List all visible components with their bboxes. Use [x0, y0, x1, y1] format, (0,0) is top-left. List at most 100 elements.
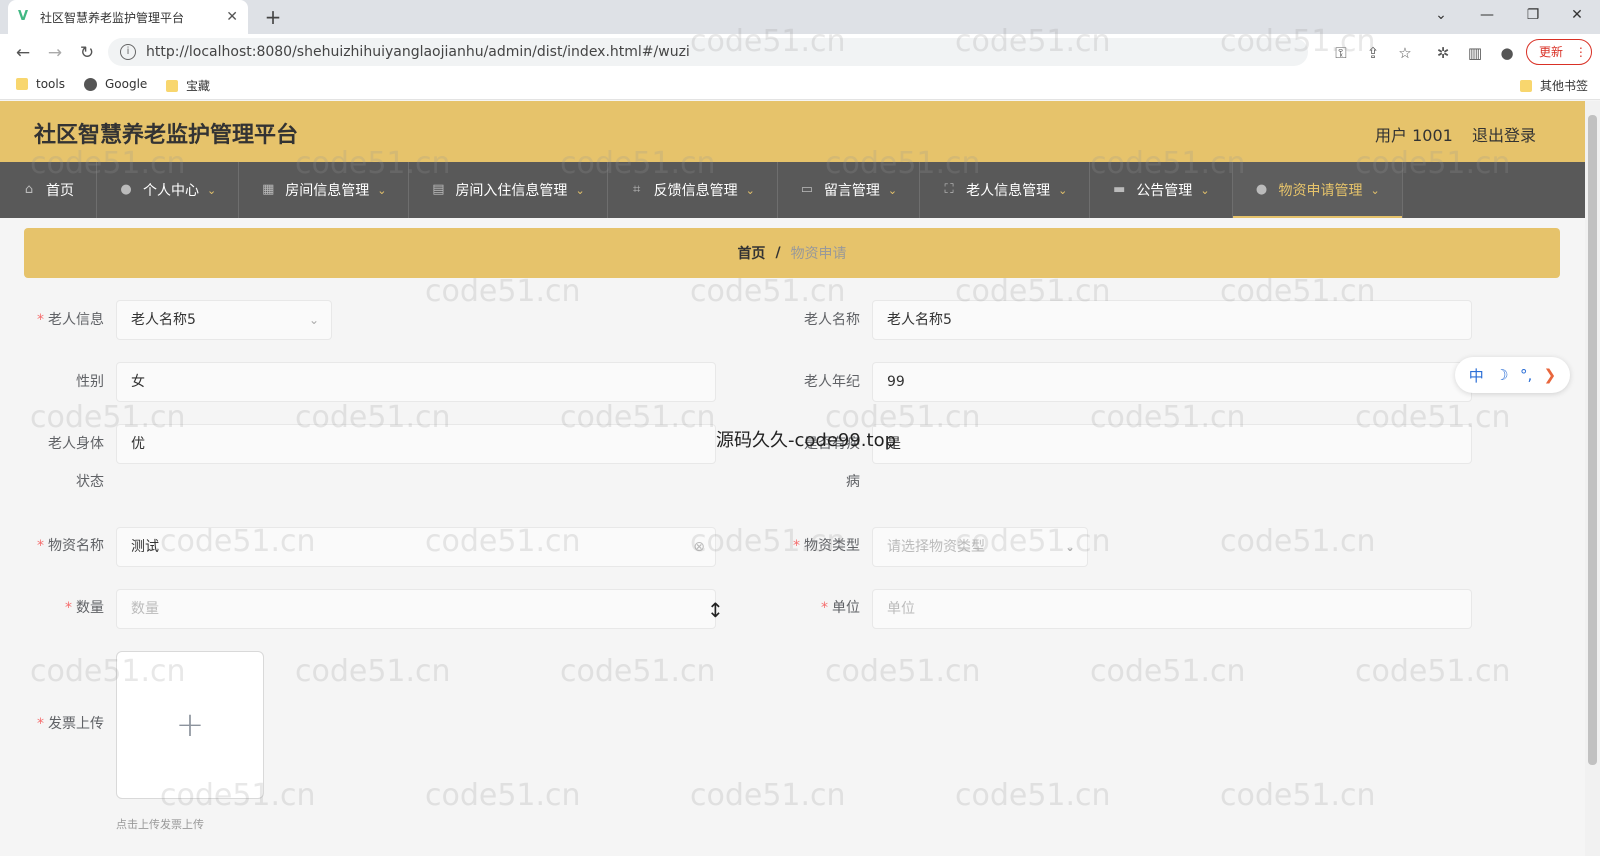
chevron-down-icon: ⌄	[207, 183, 217, 197]
watermark: code51.cn	[1220, 778, 1376, 813]
quantity-field[interactable]: 数量	[116, 589, 716, 629]
browser-tab-bar: V 社区智慧养老监护管理平台 ✕ + ⌄ — ❐ ✕	[0, 0, 1600, 34]
plus-icon: +	[175, 705, 205, 745]
watermark: code51.cn	[425, 274, 581, 309]
home-icon: ⌂	[24, 182, 34, 197]
app-header: 社区智慧养老监护管理平台 用户 1001 退出登录	[0, 101, 1585, 162]
material-name-field[interactable]: 测试 ⊗	[116, 527, 716, 567]
breadcrumb: 首页 / 物资申请	[24, 228, 1560, 278]
unit-field[interactable]: 单位	[872, 589, 1472, 629]
nav-item-room-info[interactable]: ▦ 房间信息管理 ⌄	[239, 162, 410, 218]
extensions-icon[interactable]: ✲	[1432, 42, 1454, 64]
chevron-down-icon: ⌄	[308, 313, 319, 327]
grid-icon: ▦	[262, 182, 275, 197]
language-toggle[interactable]: 中	[1469, 365, 1484, 386]
body-status-field[interactable]: 优	[116, 424, 716, 464]
nav-item-elder-info[interactable]: ⛶ 老人信息管理 ⌄	[920, 162, 1091, 218]
punctuation-toggle[interactable]: °,	[1520, 366, 1532, 384]
moon-icon[interactable]: ☽	[1495, 366, 1508, 384]
watermark: code51.cn	[1355, 654, 1511, 689]
nav-item-feedback[interactable]: ⌗ 反馈信息管理 ⌄	[608, 162, 778, 218]
profile-icon[interactable]: ●	[1496, 42, 1518, 64]
elder-age-label: 老人年纪	[804, 374, 860, 390]
restore-icon[interactable]: ❐	[1510, 0, 1556, 34]
invoice-label: * 发票上传	[37, 716, 104, 732]
watermark: code51.cn	[955, 778, 1111, 813]
scrollbar-thumb[interactable]	[1588, 115, 1597, 765]
close-icon[interactable]: ✕	[226, 9, 238, 25]
info-icon[interactable]: i	[120, 44, 136, 60]
scrollbar[interactable]	[1585, 101, 1600, 856]
update-button[interactable]: 更新 ⋮	[1526, 39, 1592, 65]
invoice-upload[interactable]: +	[116, 651, 264, 799]
elder-name-label: 老人名称	[804, 312, 860, 328]
forward-arrow-icon[interactable]: →	[42, 40, 68, 66]
share-icon[interactable]: ⇪	[1362, 42, 1384, 64]
material-type-select[interactable]: 请选择物资类型 ⌄	[872, 527, 1088, 567]
nav-item-announcements[interactable]: ▬ 公告管理 ⌄	[1090, 162, 1233, 218]
url-input[interactable]: i http://localhost:8080/shehuizhihuiyang…	[108, 38, 1308, 66]
new-tab-button[interactable]: +	[260, 4, 286, 30]
browser-tab[interactable]: V 社区智慧养老监护管理平台 ✕	[8, 0, 248, 34]
watermark: code51.cn	[825, 654, 981, 689]
tab-title: 社区智慧养老监护管理平台	[40, 10, 185, 25]
chevron-right-icon[interactable]: ❯	[1544, 366, 1557, 384]
window-close-icon[interactable]: ✕	[1554, 0, 1600, 34]
update-label: 更新	[1539, 45, 1564, 59]
material-name-label: * 物资名称	[37, 538, 104, 554]
gender-field[interactable]: 女	[116, 362, 716, 402]
resize-cursor-icon: ↕	[707, 598, 724, 622]
breadcrumb-home[interactable]: 首页	[737, 243, 765, 263]
nav-item-material-request[interactable]: ● 物资申请管理 ⌄	[1232, 162, 1403, 218]
bookmark-google[interactable]: Google	[84, 77, 147, 91]
elder-age-field[interactable]: 99	[872, 362, 1472, 402]
quantity-label: * 数量	[65, 600, 104, 616]
sidepanel-icon[interactable]: ▥	[1464, 42, 1486, 64]
elder-info-label: * 老人信息	[37, 312, 104, 328]
monitor-icon: ▬	[1113, 182, 1126, 197]
nav-item-home[interactable]: ⌂ 首页	[0, 162, 97, 218]
elder-info-select[interactable]: 老人名称5 ⌄	[116, 300, 332, 340]
fullscreen-icon: ⛶	[944, 182, 954, 197]
user-icon: ●	[1255, 182, 1268, 197]
breadcrumb-separator: /	[775, 245, 781, 261]
breadcrumb-current: 物资申请	[790, 246, 847, 262]
nav-item-personal-center[interactable]: ● 个人中心 ⌄	[97, 162, 240, 218]
disease-field[interactable]: 是	[872, 424, 1472, 464]
chevron-down-icon: ⌄	[575, 183, 585, 197]
gender-label: 性别	[76, 374, 104, 390]
material-type-label: * 物资类型	[793, 538, 860, 554]
nav-item-messages[interactable]: ▭ 留言管理 ⌄	[778, 162, 921, 218]
bookmark-treasure[interactable]: 宝藏	[166, 77, 210, 94]
folder-icon	[1520, 79, 1532, 92]
user-name: 用户 1001	[1375, 126, 1453, 145]
folder-icon	[166, 79, 178, 92]
chevron-down-icon: ⌄	[1370, 183, 1380, 197]
key-icon[interactable]: ⚿	[1330, 42, 1352, 64]
bookmark-other[interactable]: 其他书签	[1520, 77, 1588, 94]
watermark: code51.cn	[690, 274, 846, 309]
chevron-down-icon[interactable]: ⌄	[1418, 0, 1464, 34]
watermark: code51.cn	[560, 654, 716, 689]
watermark: code51.cn	[295, 654, 451, 689]
back-arrow-icon[interactable]: ←	[10, 40, 36, 66]
clear-icon[interactable]: ⊗	[693, 528, 705, 566]
watermark: code51.cn	[1090, 654, 1246, 689]
nav-item-room-checkin[interactable]: ▤ 房间入住信息管理 ⌄	[409, 162, 608, 218]
reload-icon[interactable]: ↻	[74, 40, 100, 66]
kebab-menu-icon: ⋮	[1574, 45, 1587, 59]
crop-icon: ⌗	[632, 182, 641, 197]
logout-link[interactable]: 退出登录	[1472, 122, 1536, 146]
elder-name-field[interactable]: 老人名称5	[872, 300, 1472, 340]
chevron-down-icon: ⌄	[745, 183, 755, 197]
ime-toolbar[interactable]: 中 ☽ °, ❯	[1455, 357, 1570, 393]
unit-label: * 单位	[821, 600, 860, 616]
chevron-down-icon: ⌄	[1064, 540, 1075, 554]
star-icon[interactable]: ☆	[1394, 42, 1416, 64]
main-nav: ⌂ 首页 ● 个人中心 ⌄ ▦ 房间信息管理 ⌄ ▤ 房间入住信息管理 ⌄ ⌗ …	[0, 162, 1585, 218]
url-text: http://localhost:8080/shehuizhihuiyangla…	[146, 44, 690, 60]
bookmark-tools[interactable]: tools	[16, 77, 65, 91]
minimize-icon[interactable]: —	[1464, 0, 1510, 34]
watermark: code51.cn	[690, 778, 846, 813]
watermark: code51.cn	[425, 778, 581, 813]
